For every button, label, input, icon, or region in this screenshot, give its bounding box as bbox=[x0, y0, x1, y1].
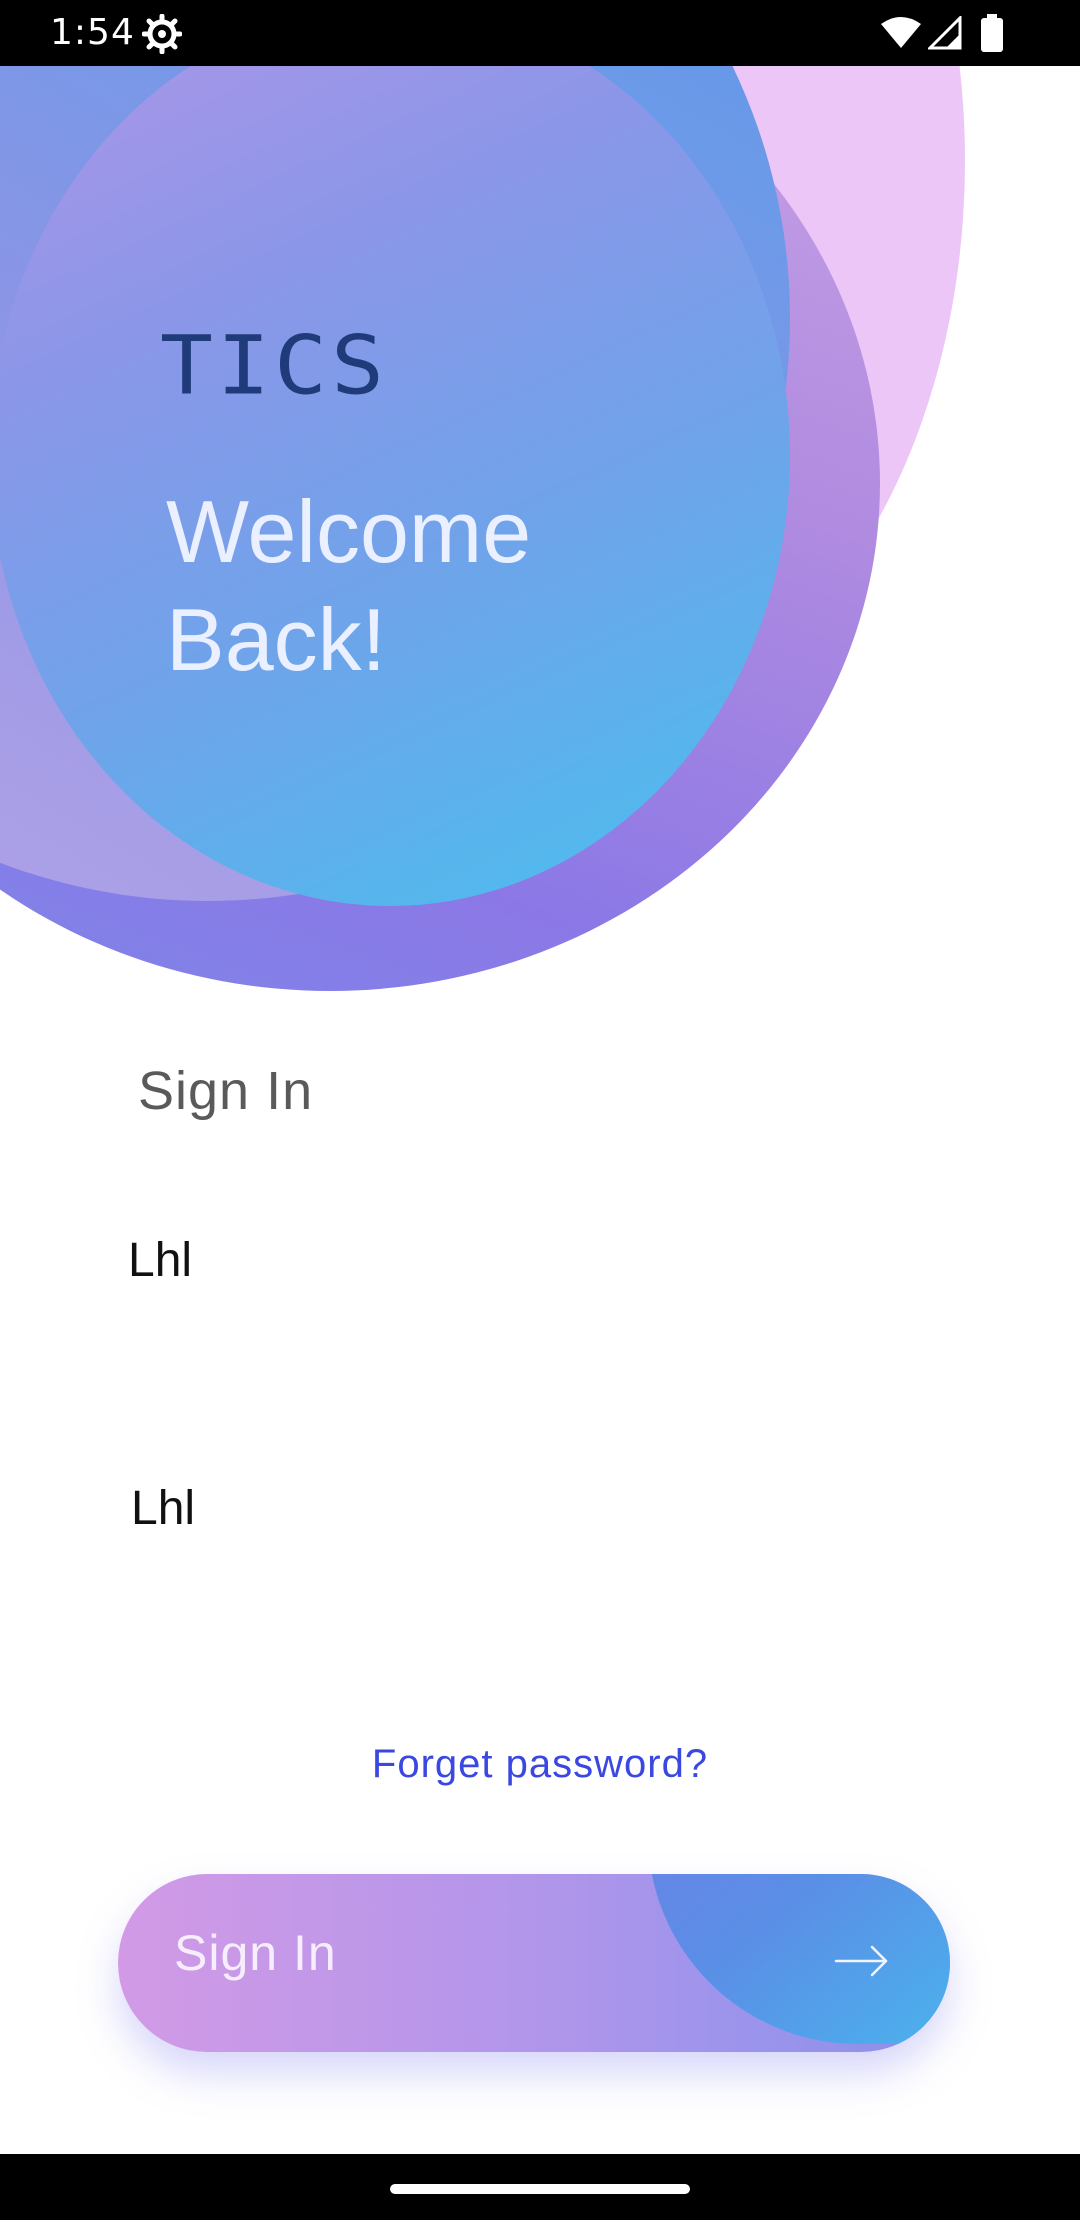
signal-icon bbox=[928, 16, 962, 50]
login-screen: 1:54 TICS Welcome Back! Sign In Lhl Lhl … bbox=[0, 0, 1080, 2220]
welcome-title: Welcome Back! bbox=[166, 478, 766, 694]
app-logo-text: TICS bbox=[160, 318, 388, 413]
status-bar: 1:54 bbox=[0, 0, 1080, 66]
welcome-line-1: Welcome bbox=[166, 482, 532, 581]
sign-in-button[interactable]: Sign In bbox=[118, 1874, 950, 2052]
sign-in-button-label: Sign In bbox=[174, 1925, 337, 1981]
settings-icon bbox=[142, 14, 182, 54]
home-gesture-handle[interactable] bbox=[390, 2184, 690, 2194]
arrow-right-icon bbox=[834, 1945, 888, 1977]
button-accent-shape bbox=[648, 1874, 950, 2044]
forgot-password-link[interactable]: Forget password? bbox=[0, 1742, 1080, 1787]
password-field[interactable] bbox=[131, 1458, 951, 1558]
navigation-bar bbox=[0, 2154, 1080, 2220]
wifi-icon bbox=[881, 17, 921, 48]
username-field[interactable] bbox=[128, 1210, 948, 1310]
battery-icon bbox=[981, 14, 1003, 52]
sign-in-heading: Sign In bbox=[138, 1061, 314, 1121]
status-time: 1:54 bbox=[50, 12, 135, 53]
welcome-line-2: Back! bbox=[166, 590, 387, 689]
